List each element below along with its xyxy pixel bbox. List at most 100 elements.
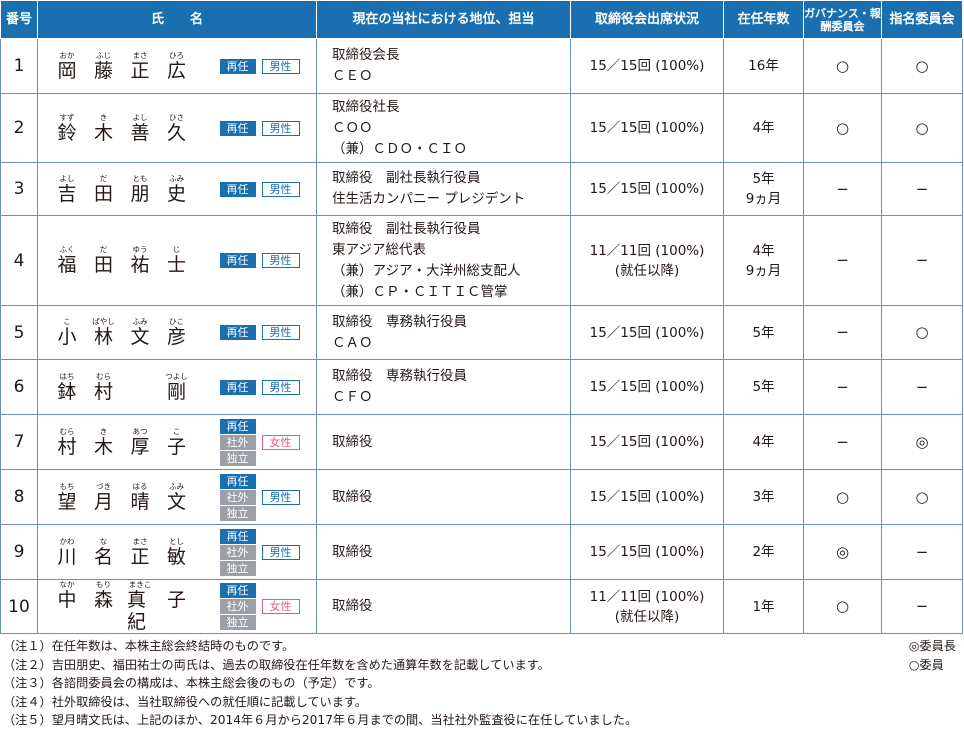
- name-char: づき月: [91, 482, 117, 513]
- furigana: とし: [169, 536, 184, 546]
- name-char: だ田: [91, 245, 117, 276]
- position-cell: 取締役: [316, 579, 572, 634]
- kanji: 敏: [166, 545, 186, 568]
- name-char: かわ川: [54, 537, 80, 568]
- name-characters: すず鈴き木よし善ひさ久: [38, 113, 218, 144]
- reappointed-badge: 再任: [219, 418, 256, 434]
- kanji: 士: [166, 254, 186, 276]
- header-num: 番号: [0, 0, 38, 39]
- attendance-line: (就任以降): [614, 608, 680, 625]
- independent-badge: 独立: [219, 560, 256, 576]
- name-char: とし敏: [164, 537, 190, 568]
- name-char: まきこ 真紀: [127, 580, 153, 633]
- kanji: 吉: [57, 182, 77, 205]
- position-cell: 取締役: [316, 469, 572, 525]
- header-tenure: 在任年数: [723, 0, 805, 39]
- furigana: ひさ: [169, 112, 184, 122]
- furigana: かわ: [59, 536, 75, 546]
- kanji: 福: [57, 254, 77, 276]
- name-characters: むら村き木あつ厚こ子: [38, 427, 218, 458]
- tenure-cell: 4年: [723, 93, 805, 163]
- gender-badge: 男性: [261, 58, 300, 74]
- furigana: むら: [59, 426, 75, 436]
- attendance-cell: 11／11回 (100%) (就任以降): [570, 579, 725, 634]
- name-char: まさ正: [127, 537, 153, 568]
- kanji: 善: [130, 121, 150, 144]
- footnote-line: （注４）社外取締役は、当社取締役への就任順に記載しています。: [3, 694, 368, 709]
- name-characters: こ小ばやし林ふみ文ひこ彦: [38, 317, 218, 348]
- status-tags: 再任: [219, 325, 256, 340]
- kanji: 木: [93, 121, 113, 144]
- position-line: 取締役: [332, 488, 373, 505]
- tag-group: 再任 社外 独立 男性: [218, 528, 317, 576]
- position-cell: 取締役 副社長執行役員 東アジア総代表 （兼）アジア・大洋州総支配人 （兼）ＣＰ・ＣＩ…: [316, 215, 572, 306]
- governance-cell: −: [803, 305, 883, 360]
- name-char: ふじ藤: [91, 51, 117, 82]
- nomination-mark: −: [915, 179, 929, 198]
- status-tags: 再任: [219, 58, 256, 74]
- governance-mark: ○: [835, 118, 850, 137]
- kanji: 林: [93, 326, 113, 348]
- name-char: すず鈴: [54, 113, 80, 144]
- name-char: ゆう祐: [127, 245, 153, 276]
- footnote-line: （注３）各諮問委員会の構成は、本株主総会後のもの（予定）です。: [3, 676, 380, 690]
- position-line: 取締役: [332, 598, 373, 614]
- kanji: 月: [93, 490, 113, 513]
- outside-director-badge: 社外: [219, 599, 256, 614]
- name-characters: なか中もり森まきこ 真紀子: [38, 580, 218, 633]
- name-char: おか岡: [54, 51, 80, 82]
- attendance-line: 15／15回 (100%): [589, 489, 705, 505]
- furigana: ふみ: [132, 317, 148, 326]
- furigana: ばやし: [92, 317, 115, 326]
- name-characters: よし吉だ田とも朋ふみ史: [38, 174, 218, 205]
- name-char: だ田: [91, 174, 117, 205]
- nomination-cell: −: [881, 524, 964, 580]
- tenure-line: 5年: [752, 171, 775, 187]
- furigana: こ: [172, 426, 181, 436]
- attendance-line: 11／11回 (100%): [589, 588, 705, 605]
- gender-badge: 男性: [261, 253, 300, 268]
- attendance-cell: 15／15回 (100%): [570, 305, 725, 360]
- furigana: ふみ: [169, 173, 184, 183]
- nomination-cell: ○: [881, 305, 964, 360]
- kanji: 正: [130, 59, 150, 82]
- furigana: まさ: [132, 50, 148, 60]
- position-line: （兼）ＣＤＯ・ＣＩＯ: [332, 140, 468, 157]
- position-cell: 取締役会長 ＣＥＯ: [316, 38, 572, 94]
- furigana: もち: [59, 481, 75, 491]
- tenure-line: 2年: [752, 544, 775, 560]
- director-name: かわ川な名まさ正とし敏: [37, 524, 218, 580]
- kanji: 村: [57, 435, 77, 458]
- tag-group: 再任 社外 独立 女性: [218, 418, 317, 466]
- furigana: だ: [99, 245, 108, 254]
- tag-group: 再任 男性: [218, 325, 317, 340]
- outside-director-badge: 社外: [219, 489, 256, 505]
- gender-badge: 女性: [261, 599, 300, 614]
- name-characters: はち鉢むら村つよし剛: [38, 372, 218, 403]
- kanji: 正: [130, 545, 150, 568]
- nomination-cell: −: [881, 359, 964, 415]
- director-name: こ小ばやし林ふみ文ひこ彦: [37, 305, 218, 360]
- kanji: 木: [93, 435, 113, 458]
- position-line: 取締役 副社長執行役員: [332, 170, 481, 186]
- position-cell: 取締役: [316, 414, 572, 470]
- attendance-line: 15／15回 (100%): [589, 58, 705, 74]
- outside-director-badge: 社外: [219, 544, 256, 560]
- footnote-line: （注５）望月晴文氏は、上記のほか、2014年６月から2017年６月までの間、当社…: [3, 713, 638, 727]
- name-characters: おか岡ふじ藤まさ正ひろ広: [38, 51, 218, 82]
- position-line: 東アジア総代表: [332, 241, 426, 258]
- nomination-cell: ○: [881, 93, 964, 163]
- governance-mark: −: [836, 251, 849, 269]
- furigana: もり: [96, 580, 111, 589]
- kanji: 名: [93, 545, 113, 568]
- furigana: ゆう: [132, 245, 148, 254]
- furigana: き: [99, 112, 108, 122]
- row-number: 2: [0, 93, 38, 163]
- position-line: 住生活カンパニー プレジデント: [332, 191, 526, 207]
- furigana: はる: [132, 481, 148, 491]
- furigana: づき: [96, 481, 111, 491]
- tag-group: 再任 男性: [218, 120, 317, 136]
- name-char: ふく福: [54, 245, 80, 276]
- name-char: ばやし林: [91, 317, 117, 348]
- tenure-line: 4年: [752, 120, 775, 136]
